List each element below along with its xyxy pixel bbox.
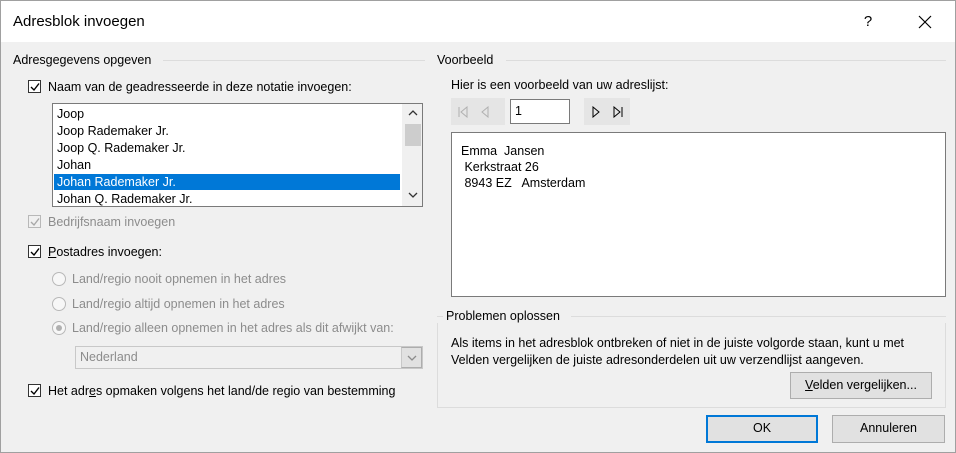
list-item[interactable]: Joop Rademaker Jr. [54, 123, 400, 139]
format-address-label: Het adres opmaken volgens het land/de re… [48, 384, 396, 398]
address-block-dialog: Adresblok invoegen ? Adresgegevens opgev… [0, 0, 956, 453]
ok-button[interactable]: OK [706, 415, 818, 443]
list-item[interactable]: Johan Q. Rademaker Jr. [54, 191, 400, 206]
list-item[interactable]: Joop Q. Rademaker Jr. [54, 140, 400, 156]
scroll-down-icon[interactable] [408, 192, 418, 198]
group-divider [506, 60, 946, 61]
group-divider [163, 60, 425, 61]
preview-line: Kerkstraat 26 [461, 160, 539, 174]
first-record-icon [458, 106, 468, 118]
address-preview: Emma Jansen Kerkstraat 26 8943 EZ Amster… [451, 132, 946, 297]
dialog-title: Adresblok invoegen [13, 13, 145, 30]
name-format-listbox[interactable]: Joop Joop Rademaker Jr. Joop Q. Rademake… [52, 103, 423, 207]
postal-address-checkbox[interactable] [28, 245, 41, 258]
cancel-button[interactable]: Annuleren [832, 415, 945, 443]
list-item[interactable]: Joop [54, 106, 400, 122]
chevron-down-icon [407, 355, 417, 361]
scroll-thumb[interactable] [405, 124, 421, 146]
radio-dot [56, 325, 62, 331]
group-divider [437, 316, 443, 317]
country-never-radio [52, 272, 66, 286]
title-bar: Adresblok invoegen ? [1, 1, 955, 42]
country-always-label: Land/regio altijd opnemen in het adres [72, 297, 285, 311]
list-item[interactable]: Johan [54, 157, 400, 173]
match-fields-button[interactable]: Velden vergelijken... [790, 372, 932, 399]
last-record-icon[interactable] [612, 106, 624, 118]
country-never-label: Land/regio nooit opnemen in het adres [72, 272, 287, 286]
checkmark-icon [30, 387, 40, 396]
checkmark-icon [30, 248, 40, 257]
recipient-name-checkbox[interactable] [28, 80, 41, 93]
close-icon [918, 15, 932, 29]
country-if-different-label: Land/regio alleen opnemen in het adres a… [72, 321, 394, 335]
group-divider [571, 316, 946, 317]
country-select-value: Nederland [80, 350, 138, 364]
country-select: Nederland [75, 346, 423, 369]
record-number-input[interactable]: 1 [510, 99, 570, 124]
preview-line: 8943 EZ Amsterdam [461, 176, 586, 190]
postal-address-label: Postadres invoegen: [48, 245, 162, 259]
problems-group-label: Problemen oplossen [446, 309, 560, 323]
list-item-selected[interactable]: Johan Rademaker Jr. [54, 174, 400, 190]
country-select-dropdown [401, 347, 422, 368]
listbox-scrollbar[interactable] [402, 104, 422, 206]
record-nav-next [584, 98, 630, 125]
help-button[interactable]: ? [851, 6, 885, 38]
preview-caption: Hier is een voorbeeld van uw adreslijst: [451, 78, 669, 92]
company-name-label: Bedrijfsnaam invoegen [48, 215, 176, 229]
company-name-checkbox [28, 215, 41, 228]
scroll-up-icon[interactable] [408, 110, 418, 116]
previous-record-icon [481, 106, 489, 118]
checkmark-icon [30, 83, 40, 92]
checkmark-icon [30, 218, 40, 227]
next-record-icon[interactable] [590, 106, 602, 118]
country-if-different-radio [52, 321, 66, 335]
format-address-checkbox[interactable] [28, 384, 41, 397]
country-always-radio [52, 297, 66, 311]
recipient-name-label: Naam van de geadresseerde in deze notati… [48, 80, 352, 94]
preview-line: Emma Jansen [461, 144, 545, 158]
close-button[interactable] [905, 6, 945, 38]
preview-group-label: Voorbeeld [437, 53, 494, 67]
problems-description: Als items in het adresblok ontbreken of … [451, 336, 905, 367]
address-details-group-label: Adresgegevens opgeven [13, 53, 152, 67]
record-nav-prev [451, 98, 505, 125]
